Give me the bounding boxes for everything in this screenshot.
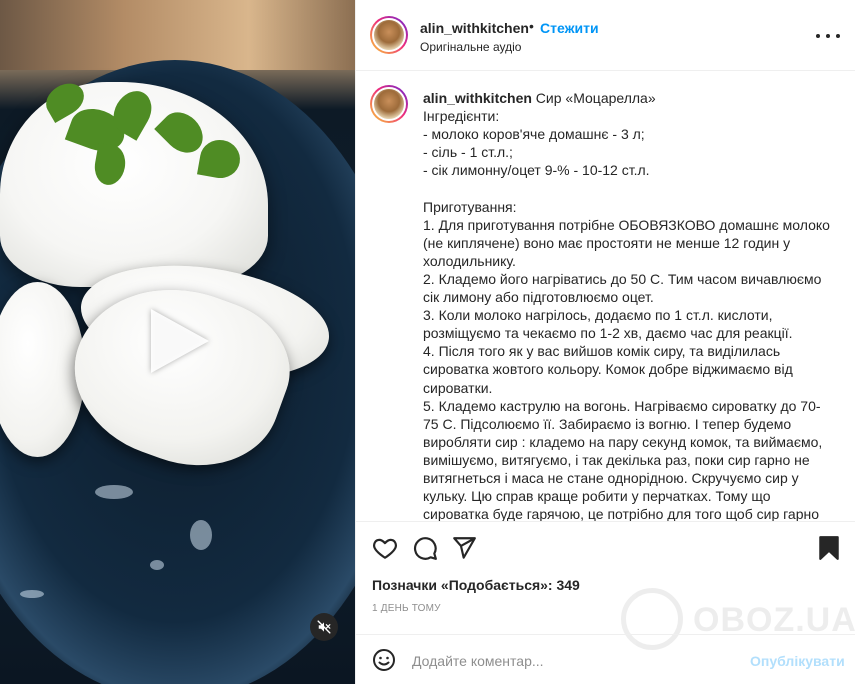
caption-section[interactable]: alin_withkitchen Сир «Моцарелла» Інгреді… bbox=[356, 71, 855, 522]
avatar[interactable] bbox=[370, 16, 408, 54]
caption-username[interactable]: alin_withkitchen bbox=[423, 90, 532, 106]
post-details-panel: alin_withkitchen • Стежити Оригінальне а… bbox=[355, 0, 855, 684]
heart-icon[interactable] bbox=[372, 535, 398, 561]
comment-icon[interactable] bbox=[412, 535, 438, 561]
plate-pattern bbox=[150, 560, 164, 570]
publish-button[interactable]: Опублікувати bbox=[750, 653, 845, 669]
post-caption: alin_withkitchen Сир «Моцарелла» Інгреді… bbox=[423, 89, 833, 522]
audio-label[interactable]: Оригінальне аудіо bbox=[420, 40, 521, 54]
post-timestamp[interactable]: 1 ДЕНЬ ТОМУ bbox=[372, 603, 441, 614]
username-link[interactable]: alin_withkitchen bbox=[420, 20, 529, 36]
muted-speaker-icon bbox=[317, 620, 331, 634]
avatar[interactable] bbox=[370, 85, 408, 123]
bookmark-icon[interactable] bbox=[816, 535, 842, 561]
caption-text: Сир «Моцарелла» Інгредієнти: - молоко ко… bbox=[423, 90, 830, 522]
follow-button[interactable]: Стежити bbox=[540, 20, 599, 36]
comment-input[interactable] bbox=[412, 651, 742, 671]
emoji-icon[interactable] bbox=[372, 648, 396, 672]
plate-pattern bbox=[190, 520, 212, 550]
more-options-icon[interactable] bbox=[816, 26, 840, 46]
action-bar bbox=[356, 530, 855, 568]
share-icon[interactable] bbox=[451, 535, 477, 561]
likes-count[interactable]: Позначки «Подобається»: 349 bbox=[372, 577, 580, 593]
mute-button[interactable] bbox=[310, 613, 338, 641]
plate-pattern bbox=[95, 485, 133, 499]
separator-dot: • bbox=[529, 18, 534, 34]
plate-pattern bbox=[20, 590, 44, 598]
comment-bar: Опублікувати bbox=[356, 634, 855, 684]
post-header: alin_withkitchen • Стежити Оригінальне а… bbox=[356, 0, 855, 71]
play-icon[interactable] bbox=[151, 309, 209, 373]
post-video[interactable] bbox=[0, 0, 355, 684]
